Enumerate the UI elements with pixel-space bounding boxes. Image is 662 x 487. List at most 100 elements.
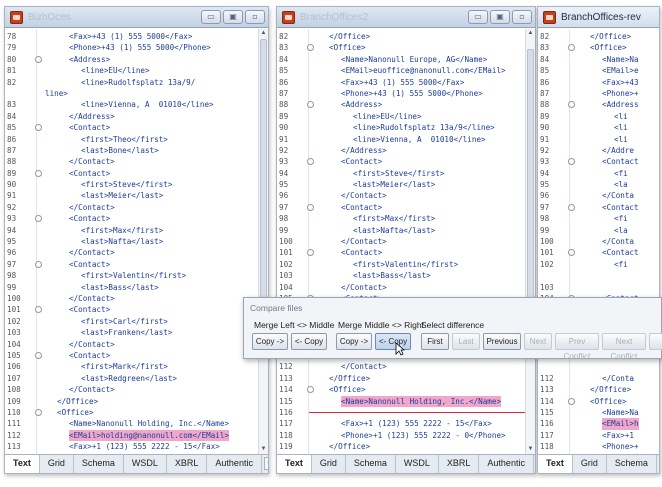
first-difference-button[interactable]: First (421, 333, 449, 350)
tab-schema[interactable]: Schema (346, 455, 396, 473)
code-line[interactable]: 90 <line>Rudolfsplatz 13a/9</line> (277, 122, 525, 133)
tab-schema[interactable]: Schema (607, 455, 657, 473)
code-line[interactable]: 119 </Office> (277, 441, 525, 452)
code-line[interactable]: 97 <Contact (538, 202, 649, 213)
fold-toggle-icon[interactable] (568, 203, 575, 211)
tab-xbrl[interactable]: XBRL (167, 455, 208, 473)
fold-toggle-icon[interactable] (307, 386, 314, 394)
code-line[interactable]: 83 <line>Vienna, A 01010</line> (5, 99, 258, 110)
code-line[interactable]: 99 <la (538, 225, 649, 236)
code-line[interactable]: 82 </Office> (277, 31, 525, 42)
code-line[interactable]: 97 <Contact> (5, 259, 258, 270)
code-line[interactable]: 95 <la (538, 179, 649, 190)
editor-window-branchoffices2[interactable]: BranchOffices2 ▭ ▣ ▫ 82 </Office> 83 <Offic… (276, 6, 536, 474)
code-line[interactable]: 86 <Fax>+43 (538, 77, 649, 88)
code-line[interactable]: 85 <Contact> (5, 122, 258, 133)
tab-authentic[interactable]: Authentic (479, 455, 534, 473)
code-line[interactable]: 91 <last>Meier</last> (5, 190, 258, 201)
code-line[interactable]: 118 <Phone>+1 (123) 555 2222 - 0</Phone> (277, 430, 525, 441)
restore-button[interactable]: ▣ (223, 10, 243, 24)
code-line[interactable]: 100 </Contact> (5, 293, 258, 304)
scroll-down-icon[interactable]: ▼ (526, 445, 535, 454)
code-line[interactable]: 112 </Contact> (277, 361, 525, 372)
next-difference-button[interactable]: Next (524, 333, 552, 350)
next-conflict-button[interactable]: Next Conflict (602, 333, 646, 361)
window-titlebar[interactable]: BranchOffices-rev (538, 7, 659, 28)
code-line[interactable]: 85 <EMail>e (538, 65, 649, 76)
fold-toggle-icon[interactable] (568, 158, 575, 166)
code-line[interactable]: 117 <Fax>+1 (538, 430, 649, 441)
code-line[interactable]: 91 <li (538, 134, 649, 145)
code-line[interactable]: 84 <Name>Nanonull Europe, AG</Name> (277, 54, 525, 65)
code-line[interactable]: 98 <first>Valentin</first> (5, 270, 258, 281)
copy-left-to-middle-button[interactable]: Copy -> (252, 333, 288, 350)
fold-toggle-icon[interactable] (307, 101, 314, 109)
code-line[interactable]: 99 <last>Bass</last> (5, 282, 258, 293)
tab-wsdl[interactable]: WSDL (396, 455, 439, 473)
code-line[interactable]: 112 </Conta (538, 373, 649, 384)
code-line[interactable]: line> (5, 88, 258, 99)
copy-middle-to-right-button[interactable]: Copy -> (336, 333, 372, 350)
code-line[interactable]: 103 <last>Franken</last> (5, 327, 258, 338)
last-difference-button[interactable]: Last (452, 333, 480, 350)
code-line[interactable]: 87 <last>Bone</last> (5, 145, 258, 156)
code-line[interactable]: 80 <Address> (5, 54, 258, 65)
code-line[interactable]: 91 <line>Vienna, A 01010</line> (277, 134, 525, 145)
code-line[interactable]: 88 <Address> (277, 99, 525, 110)
code-line[interactable]: 92 </Addre (538, 145, 649, 156)
code-line[interactable]: 94 <first>Max</first> (5, 225, 258, 236)
code-line[interactable]: 105 <Contact> (5, 350, 258, 361)
code-line[interactable]: 82 </Office> (538, 31, 649, 42)
code-line[interactable]: 112 <EMail>holding@nanonull.com</EMail> (5, 429, 258, 442)
tab-text[interactable]: Text (538, 455, 573, 473)
code-line[interactable]: 93 <Contact (538, 156, 649, 167)
vertical-scrollbar[interactable]: ▲ ▼ (258, 29, 268, 454)
code-line[interactable]: 115 <Name>Na (538, 407, 649, 418)
code-line[interactable]: 113 </Office> (538, 384, 649, 395)
fold-toggle-icon[interactable] (307, 203, 314, 211)
code-line[interactable]: 106 <first>Mark</first> (5, 361, 258, 372)
fold-toggle-icon[interactable] (35, 169, 42, 177)
fold-toggle-icon[interactable] (35, 351, 42, 359)
code-line[interactable]: 89 <Contact> (5, 168, 258, 179)
code-line[interactable]: 88 <Address (538, 99, 649, 110)
code-line[interactable]: 84 <Name>Na (538, 54, 649, 65)
code-line[interactable]: 115 <Name>Nanonull Holding, Inc.</Name> (277, 395, 525, 407)
code-line[interactable]: 87 <Phone>+ (538, 88, 649, 99)
code-line[interactable]: 100 </Conta (538, 236, 649, 247)
code-line[interactable]: 90 <li (538, 122, 649, 133)
tab-text[interactable]: Text (277, 455, 312, 473)
code-line[interactable]: 110 <Office> (5, 407, 258, 418)
editor-window-bizhoces[interactable]: BizhOces ▭ ▣ ▫ 78 <Fax>+43 (1) 555 5000</… (4, 6, 269, 474)
fold-toggle-icon[interactable] (307, 249, 314, 257)
code-line[interactable]: 83 <Office> (538, 42, 649, 53)
code-line[interactable]: 113 </Office> (277, 373, 525, 384)
code-line[interactable]: 94 <fi (538, 168, 649, 179)
fold-toggle-icon[interactable] (568, 44, 575, 52)
fold-toggle-icon[interactable] (35, 408, 42, 416)
code-line[interactable]: 90 <first>Steve</first> (5, 179, 258, 190)
copy-middle-to-left-button[interactable]: <- Copy (291, 333, 327, 350)
code-line[interactable]: 94 <first>Steve</first> (277, 168, 525, 179)
code-line[interactable]: 97 <Contact> (277, 202, 525, 213)
code-line[interactable]: 99 <last>Nafta</last> (277, 225, 525, 236)
code-line[interactable]: 116 (277, 407, 525, 418)
code-line[interactable]: 78 <Fax>+43 (1) 555 5000</Fax> (5, 31, 258, 42)
tab-wsdl[interactable]: WSDL (124, 455, 167, 473)
code-line[interactable]: 104 </Contact> (5, 339, 258, 350)
previous-difference-button[interactable]: Previous (483, 333, 521, 350)
code-line[interactable]: 100 </Contact> (277, 236, 525, 247)
code-line[interactable]: 101 <Contact (538, 247, 649, 258)
maximize-button[interactable]: ▫ (512, 10, 532, 24)
code-line[interactable]: 82 <line>Rudolfsplatz 13a/9/ (5, 77, 258, 88)
code-line[interactable]: 89 <line>EU</line> (277, 111, 525, 122)
code-line[interactable]: 114 <Office> (538, 396, 649, 407)
text-editor[interactable]: 78 <Fax>+43 (1) 555 5000</Fax> 79 <Phone>+4… (5, 29, 268, 454)
fold-toggle-icon[interactable] (35, 260, 42, 268)
minimize-button[interactable]: ▭ (201, 10, 221, 24)
code-line[interactable]: 116 <EMail>h (538, 418, 649, 430)
window-titlebar[interactable]: BranchOffices2 ▭ ▣ ▫ (277, 7, 535, 28)
code-line[interactable]: 95 <last>Meier</last> (277, 179, 525, 190)
scroll-up-icon[interactable]: ▲ (259, 29, 268, 38)
vertical-scrollbar[interactable]: ▲ ▼ (525, 29, 535, 454)
